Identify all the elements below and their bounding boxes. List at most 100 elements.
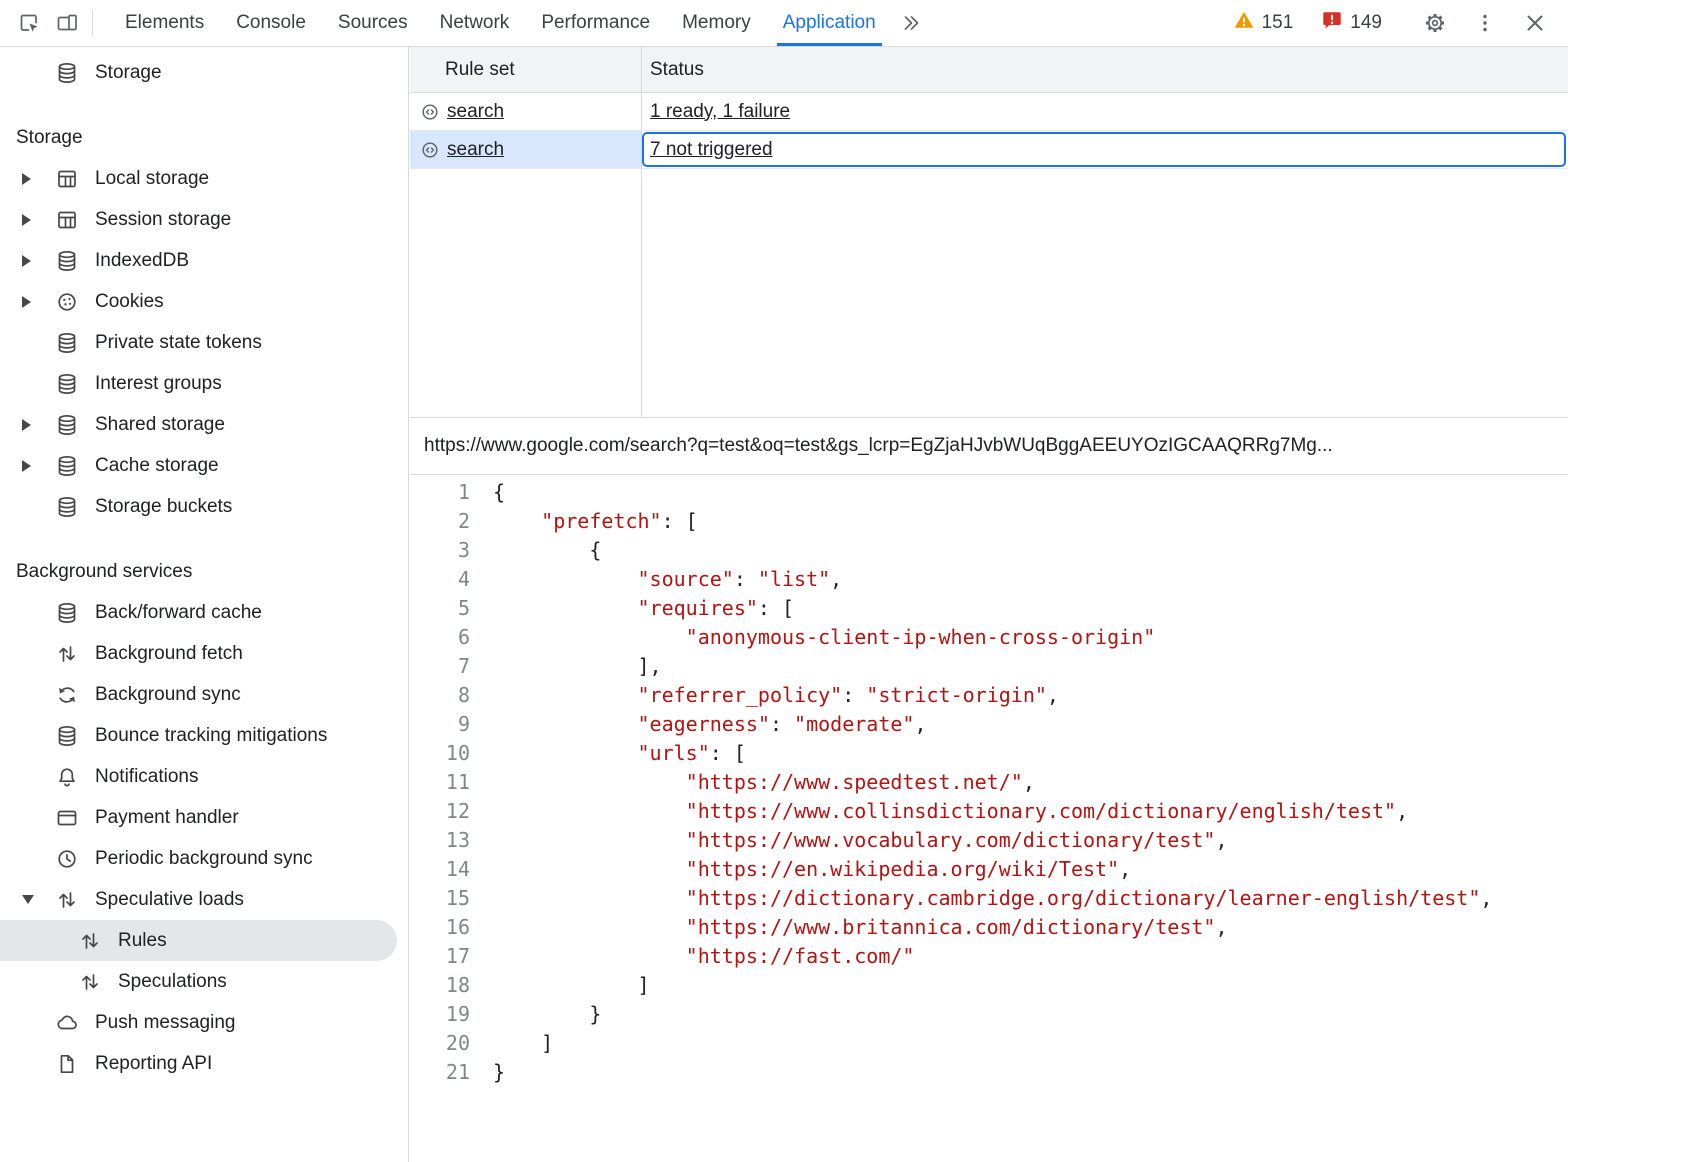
database-icon — [55, 601, 79, 625]
code-line-content: "https://www.vocabulary.com/dictionary/t… — [493, 826, 1228, 855]
code-line-content: "prefetch": [ — [493, 507, 698, 536]
code-line: 18 ] — [410, 971, 1568, 1000]
application-sidebar: StorageStorageLocal storageSession stora… — [0, 47, 409, 1162]
sidebar-item-cache-storage[interactable]: Cache storage — [0, 445, 408, 486]
tab-sources[interactable]: Sources — [322, 0, 424, 46]
database-icon — [55, 495, 79, 519]
code-line-content: "https://en.wikipedia.org/wiki/Test", — [493, 855, 1131, 884]
sidebar-item-interest-groups[interactable]: Interest groups — [0, 363, 408, 404]
sidebar-item-background-sync[interactable]: Background sync — [0, 674, 408, 715]
sidebar-item-push-messaging[interactable]: Push messaging — [0, 1002, 408, 1043]
cookie-icon — [55, 290, 79, 314]
warning-count: 151 — [1262, 12, 1294, 34]
sidebar-item-speculations[interactable]: Speculations — [0, 961, 408, 1002]
settings-gear-icon[interactable] — [1416, 4, 1454, 42]
triangle-down-icon[interactable] — [22, 895, 55, 904]
ruleset-source-url: https://www.google.com/search?q=test&oq=… — [410, 418, 1568, 475]
sidebar-item-speculative-loads[interactable]: Speculative loads — [0, 879, 408, 920]
tab-performance[interactable]: Performance — [525, 0, 666, 46]
line-number: 4 — [410, 565, 470, 594]
sidebar-item-indexeddb[interactable]: IndexedDB — [0, 240, 408, 281]
triangle-right-icon[interactable] — [22, 214, 55, 226]
database-icon — [55, 413, 79, 437]
sidebar-item-label: Private state tokens — [95, 332, 262, 354]
ruleset-link[interactable]: search — [447, 139, 504, 161]
ruleset-link[interactable]: search — [447, 101, 504, 123]
ruleset-status-link[interactable]: 1 ready, 1 failure — [650, 101, 790, 123]
devtools-toolbar: ElementsConsoleSourcesNetworkPerformance… — [0, 0, 1568, 47]
table-icon — [55, 167, 79, 191]
code-circle-icon — [420, 102, 440, 122]
sidebar-item-cookies[interactable]: Cookies — [0, 281, 408, 322]
sidebar-item-notifications[interactable]: Notifications — [0, 756, 408, 797]
sidebar-item-label: Cookies — [95, 291, 164, 313]
line-number: 16 — [410, 913, 470, 942]
ruleset-status-link[interactable]: 7 not triggered — [650, 139, 773, 161]
sidebar-item-private-state-tokens[interactable]: Private state tokens — [0, 322, 408, 363]
tab-network[interactable]: Network — [424, 0, 526, 46]
error-icon — [1321, 9, 1343, 37]
warnings-badge[interactable]: 151 — [1233, 9, 1294, 37]
line-number: 15 — [410, 884, 470, 913]
sidebar-item-back-forward-cache[interactable]: Back/forward cache — [0, 592, 408, 633]
ruleset-status-cell[interactable]: 1 ready, 1 failure — [641, 93, 1568, 130]
close-icon[interactable] — [1516, 4, 1554, 42]
sidebar-item-local-storage[interactable]: Local storage — [0, 158, 408, 199]
code-line-content: "https://dictionary.cambridge.org/dictio… — [493, 884, 1492, 913]
line-number: 21 — [410, 1058, 470, 1087]
ruleset-row[interactable]: search 1 ready, 1 failure — [410, 93, 1568, 131]
device-toolbar-icon[interactable] — [48, 4, 86, 42]
code-line: 15 "https://dictionary.cambridge.org/dic… — [410, 884, 1568, 913]
bell-icon — [55, 765, 79, 789]
ruleset-row[interactable]: search 7 not triggered — [410, 131, 1568, 169]
code-line: 17 "https://fast.com/" — [410, 942, 1568, 971]
code-line: 6 "anonymous-client-ip-when-cross-origin… — [410, 623, 1568, 652]
tab-console[interactable]: Console — [220, 0, 322, 46]
line-number: 13 — [410, 826, 470, 855]
sidebar-item-bounce-tracking-mitigations[interactable]: Bounce tracking mitigations — [0, 715, 408, 756]
line-number: 6 — [410, 623, 470, 652]
sidebar-item-label: Background sync — [95, 684, 241, 706]
sidebar-item-session-storage[interactable]: Session storage — [0, 199, 408, 240]
triangle-right-icon[interactable] — [22, 173, 55, 185]
sidebar-item-storage-buckets[interactable]: Storage buckets — [0, 486, 408, 527]
sidebar-section-background-services: Background services — [0, 551, 408, 592]
code-line-content: "source": "list", — [493, 565, 842, 594]
more-tabs-icon[interactable] — [892, 4, 930, 42]
sidebar-item-reporting-api[interactable]: Reporting API — [0, 1043, 408, 1084]
triangle-right-icon[interactable] — [22, 255, 55, 267]
database-icon — [55, 372, 79, 396]
ruleset-status-cell[interactable]: 7 not triggered — [642, 132, 1566, 167]
ruleset-name-cell[interactable]: search — [410, 93, 641, 130]
inspect-element-icon[interactable] — [10, 4, 48, 42]
line-number: 19 — [410, 1000, 470, 1029]
errors-badge[interactable]: 149 — [1321, 9, 1382, 37]
sidebar-section-storage: Storage — [0, 117, 408, 158]
sidebar-item-storage[interactable]: Storage — [0, 52, 408, 93]
ruleset-rows: search 1 ready, 1 failure search 7 not trig… — [410, 93, 1568, 169]
tab-application[interactable]: Application — [767, 0, 892, 46]
line-number: 14 — [410, 855, 470, 884]
sidebar-item-shared-storage[interactable]: Shared storage — [0, 404, 408, 445]
ruleset-name-cell[interactable]: search — [410, 131, 641, 168]
sync-icon — [55, 683, 79, 707]
code-line-content: "https://fast.com/" — [493, 942, 914, 971]
triangle-right-icon[interactable] — [22, 419, 55, 431]
code-line: 14 "https://en.wikipedia.org/wiki/Test", — [410, 855, 1568, 884]
sidebar-item-background-fetch[interactable]: Background fetch — [0, 633, 408, 674]
sidebar-item-label: Notifications — [95, 766, 199, 788]
column-divider — [641, 47, 642, 417]
more-menu-icon[interactable] — [1466, 4, 1504, 42]
sidebar-item-label: Session storage — [95, 209, 231, 231]
line-number: 17 — [410, 942, 470, 971]
tab-elements[interactable]: Elements — [109, 0, 220, 46]
line-number: 8 — [410, 681, 470, 710]
sidebar-item-periodic-background-sync[interactable]: Periodic background sync — [0, 838, 408, 879]
tab-memory[interactable]: Memory — [666, 0, 767, 46]
triangle-right-icon[interactable] — [22, 460, 55, 472]
sidebar-item-payment-handler[interactable]: Payment handler — [0, 797, 408, 838]
sidebar-item-rules[interactable]: Rules — [0, 920, 397, 961]
triangle-right-icon[interactable] — [22, 296, 55, 308]
panel-tabs: ElementsConsoleSourcesNetworkPerformance… — [109, 0, 892, 46]
issue-badges: 151 149 — [1233, 9, 1382, 37]
